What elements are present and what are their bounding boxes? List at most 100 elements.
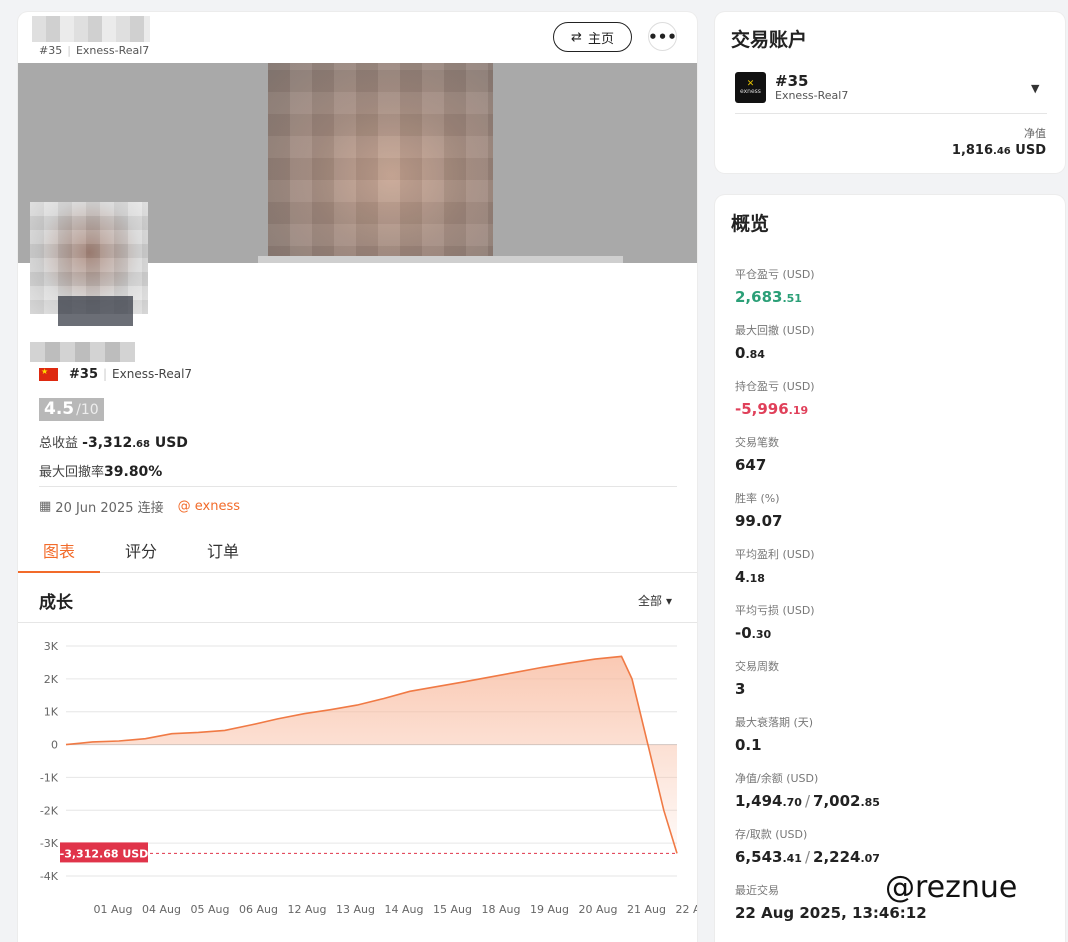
x-tick-label: 06 Aug: [239, 903, 278, 916]
more-options-icon[interactable]: •••: [648, 22, 677, 51]
overview-item: 交易笔数 647: [735, 434, 779, 474]
blurred-username: [30, 342, 135, 362]
x-tick-label: 05 Aug: [191, 903, 230, 916]
watermark: @reznue: [885, 870, 1018, 905]
total-profit-label: 总收益: [39, 436, 79, 451]
tab-rating[interactable]: 评分: [114, 538, 168, 573]
banner-blurred-photo: [268, 63, 493, 263]
overview-value: 4.18: [735, 568, 815, 586]
top-account-number: #35: [39, 44, 63, 57]
value-main: 0.1: [735, 736, 762, 754]
account-number: #35: [69, 367, 98, 382]
deposit-main: 6,543: [735, 848, 783, 866]
x-tick-label: 12 Aug: [288, 903, 327, 916]
rating-badge: 4.5 /10: [39, 398, 104, 421]
withdraw-decimals: .07: [860, 852, 880, 865]
account-server: Exness-Real7: [112, 367, 193, 381]
overview-value: 22 Aug 2025, 13:46:12: [735, 904, 927, 922]
value-main: 3: [735, 680, 746, 698]
exness-logo: ✕ exness: [735, 72, 766, 103]
overview-label: 最大回撤 (USD): [735, 324, 815, 337]
calendar-icon: ▦: [39, 499, 52, 514]
overview-label: 平均亏损 (USD): [735, 604, 815, 617]
top-account-meta: #35 | Exness-Real7: [39, 44, 150, 57]
top-account-server: Exness-Real7: [75, 44, 150, 57]
logo-text: exness: [740, 87, 761, 95]
home-button[interactable]: ⇄ 主页: [553, 22, 632, 52]
overview-value: -5,996.19: [735, 400, 815, 418]
y-tick-label: -2K: [40, 804, 59, 817]
account-card-server: Exness-Real7: [775, 89, 849, 102]
max-drawdown-label: 最大回撤率: [39, 465, 105, 480]
tab-chart[interactable]: 图表: [18, 538, 100, 573]
overview-equity-balance: 净值/余额 (USD) 1,494.70/7,002.85: [735, 770, 880, 810]
tab-orders[interactable]: 订单: [196, 538, 250, 573]
value-main: 2,683: [735, 288, 783, 306]
value-main: -0: [735, 624, 752, 642]
overview-value: 3: [735, 680, 779, 698]
x-tick-label: 01 Aug: [94, 903, 133, 916]
deposit-decimals: .41: [782, 852, 802, 865]
broker-link[interactable]: @ exness: [178, 499, 240, 514]
y-tick-label: -3K: [40, 837, 59, 850]
overview-value: 99.07: [735, 512, 782, 530]
value-decimals: .18: [745, 572, 765, 585]
value-decimals: .51: [782, 292, 802, 305]
banner-blur-strip: [258, 256, 623, 263]
y-tick-label: -4K: [40, 870, 59, 883]
overview-title: 概览: [731, 213, 770, 235]
last-value-label: -3,312.68 USD: [60, 847, 149, 860]
value-main: -5,996: [735, 400, 789, 418]
overview-value: -0.30: [735, 624, 815, 642]
x-tick-label: 20 Aug: [579, 903, 618, 916]
home-button-label: 主页: [587, 31, 614, 47]
overview-item: 最大回撤 (USD) 0.84: [735, 322, 815, 362]
overview-value: 647: [735, 456, 779, 474]
balance-decimals: .85: [860, 796, 880, 809]
equity-decimals: .70: [782, 796, 802, 809]
trading-account-card: 交易账户 ✕ exness #35 Exness-Real7 ▼ 净值 1,81…: [715, 12, 1065, 173]
overview-label: 存/取款 (USD): [735, 828, 808, 841]
connected-date: 20 Jun 2025 连接: [55, 501, 164, 516]
range-select[interactable]: 全部 ▾: [638, 592, 672, 609]
value-main: 99.07: [735, 512, 783, 530]
balance-main: 7,002: [813, 792, 861, 810]
overview-card: 概览 平仓盈亏 (USD) 2,683.51 最大回撤 (USD) 0.84 持…: [715, 195, 1065, 942]
value-main: 4: [735, 568, 746, 586]
value-decimals: .19: [788, 404, 809, 417]
overview-item: 最大衰落期 (天) 0.1: [735, 714, 813, 754]
total-profit: 总收益 -3,312.68 USD: [39, 432, 188, 451]
overview-value: 0.84: [735, 344, 815, 362]
chart-divider: [18, 622, 697, 623]
overview-item: 平均盈利 (USD) 4.18: [735, 546, 815, 586]
overview-label: 最大衰落期 (天): [735, 716, 814, 729]
growth-chart: 3K 2K 1K 0 -1K -2K -3K -4K 01 Aug 04 Aug 05 Aug 06 …: [40, 640, 697, 942]
overview-label: 胜率 (%): [735, 492, 780, 505]
y-tick-label: 1K: [44, 706, 59, 719]
overview-label: 净值/余额 (USD): [735, 772, 819, 785]
connection-info: ▦ 20 Jun 2025 连接 @ exness: [39, 497, 240, 516]
profile-divider: [39, 486, 677, 487]
value-main: 0: [735, 344, 746, 362]
series-area: [66, 656, 677, 854]
overview-label: 交易笔数: [735, 436, 779, 449]
equity-main: 1,816: [951, 143, 994, 158]
overview-label: 平仓盈亏 (USD): [735, 268, 815, 281]
blurred-name: [32, 16, 150, 42]
overview-item: 交易周数 3: [735, 658, 779, 698]
account-card-divider: [735, 113, 1047, 114]
value-main: 647: [735, 456, 767, 474]
overview-value: 1,494.70/7,002.85: [735, 792, 880, 810]
growth-title: 成长: [39, 593, 73, 613]
overview-label: 平均盈利 (USD): [735, 548, 815, 561]
x-tick-label: 19 Aug: [530, 903, 569, 916]
china-flag-icon: ★: [39, 367, 58, 381]
x-tick-label: 13 Aug: [336, 903, 375, 916]
profile-card: #35 | Exness-Real7 ⇄ 主页 ••• ★ #35 | Exness-R…: [18, 12, 697, 942]
total-profit-unit: USD: [154, 435, 188, 451]
x-tick-label: 22 Aug: [676, 903, 697, 916]
caret-down-icon[interactable]: ▼: [1031, 82, 1039, 95]
rating-value: 4.5: [44, 399, 75, 419]
y-tick-label: 3K: [44, 640, 59, 653]
overview-label: 交易周数: [735, 660, 779, 673]
